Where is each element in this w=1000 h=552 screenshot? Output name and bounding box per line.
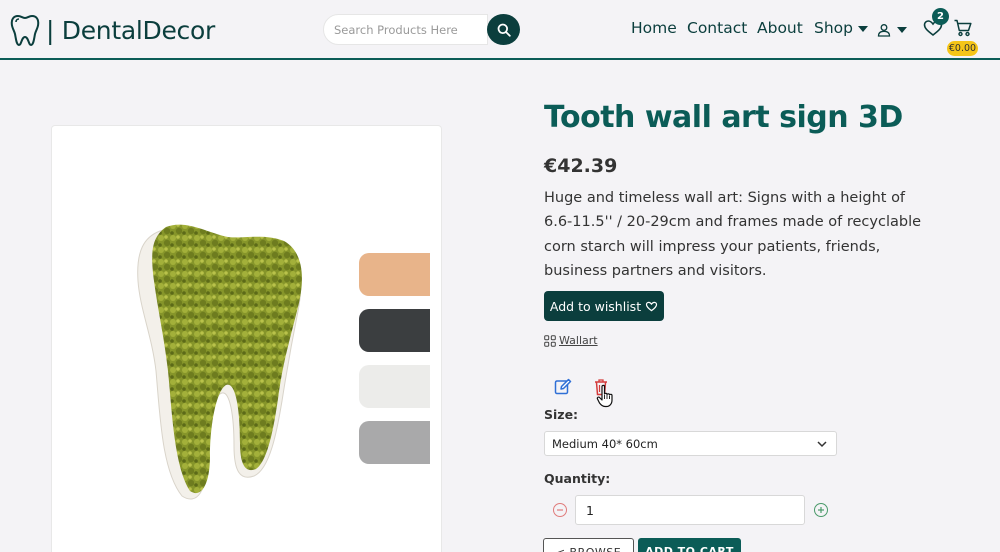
color-swatch[interactable] — [359, 365, 430, 408]
heart-icon — [645, 301, 658, 311]
category-tag: Wallart — [544, 334, 598, 347]
quantity-decrease-icon[interactable] — [552, 502, 568, 518]
size-select[interactable]: Medium 40* 60cm — [544, 431, 837, 456]
size-label: Size: — [544, 407, 579, 422]
tooth-logo-icon — [10, 14, 40, 47]
chevron-down-icon — [817, 441, 827, 448]
logo[interactable]: | DentalDecor — [10, 12, 215, 48]
search-input[interactable] — [323, 14, 488, 45]
edit-icon[interactable] — [554, 378, 572, 396]
cart-total-badge: €0.00 — [947, 41, 978, 56]
category-link[interactable]: Wallart — [559, 334, 598, 347]
search-bar — [323, 14, 520, 46]
site-header: | DentalDecor Home Contact About Shop 2 … — [0, 0, 1000, 60]
product-image-card — [51, 125, 442, 552]
cart-icon[interactable] — [953, 18, 973, 38]
caret-down-icon — [897, 27, 907, 33]
quantity-increase-icon[interactable] — [813, 502, 829, 518]
caret-down-icon — [858, 25, 868, 32]
user-icon — [877, 24, 891, 37]
color-swatch[interactable] — [359, 421, 430, 464]
user-menu[interactable] — [877, 20, 913, 40]
size-select-value: Medium 40* 60cm — [552, 436, 658, 451]
nav-about[interactable]: About — [757, 19, 803, 41]
color-swatch[interactable] — [359, 309, 430, 352]
quantity-label: Quantity: — [544, 471, 611, 486]
hand-cursor-icon — [596, 384, 613, 408]
category-grid-icon — [544, 334, 556, 347]
search-icon — [497, 23, 511, 37]
brand-name: | DentalDecor — [46, 15, 215, 45]
browse-button[interactable]: < BROWSE — [543, 538, 634, 552]
nav-contact[interactable]: Contact — [687, 19, 747, 41]
product-title: Tooth wall art sign 3D — [544, 100, 903, 135]
wishlist-count-badge: 2 — [932, 8, 949, 25]
add-to-cart-button[interactable]: ADD TO CART — [638, 538, 741, 552]
search-button[interactable] — [487, 14, 520, 45]
nav-home[interactable]: Home — [631, 19, 677, 41]
quantity-input[interactable] — [575, 495, 805, 525]
nav-shop-label: Shop — [814, 19, 853, 37]
product-price: €42.39 — [544, 155, 618, 177]
add-to-wishlist-button[interactable]: Add to wishlist — [544, 291, 664, 321]
nav-shop[interactable]: Shop — [814, 19, 868, 41]
color-swatch[interactable] — [359, 253, 430, 296]
add-to-wishlist-label: Add to wishlist — [549, 298, 642, 314]
product-description: Huge and timeless wall art: Signs with a… — [544, 190, 922, 279]
